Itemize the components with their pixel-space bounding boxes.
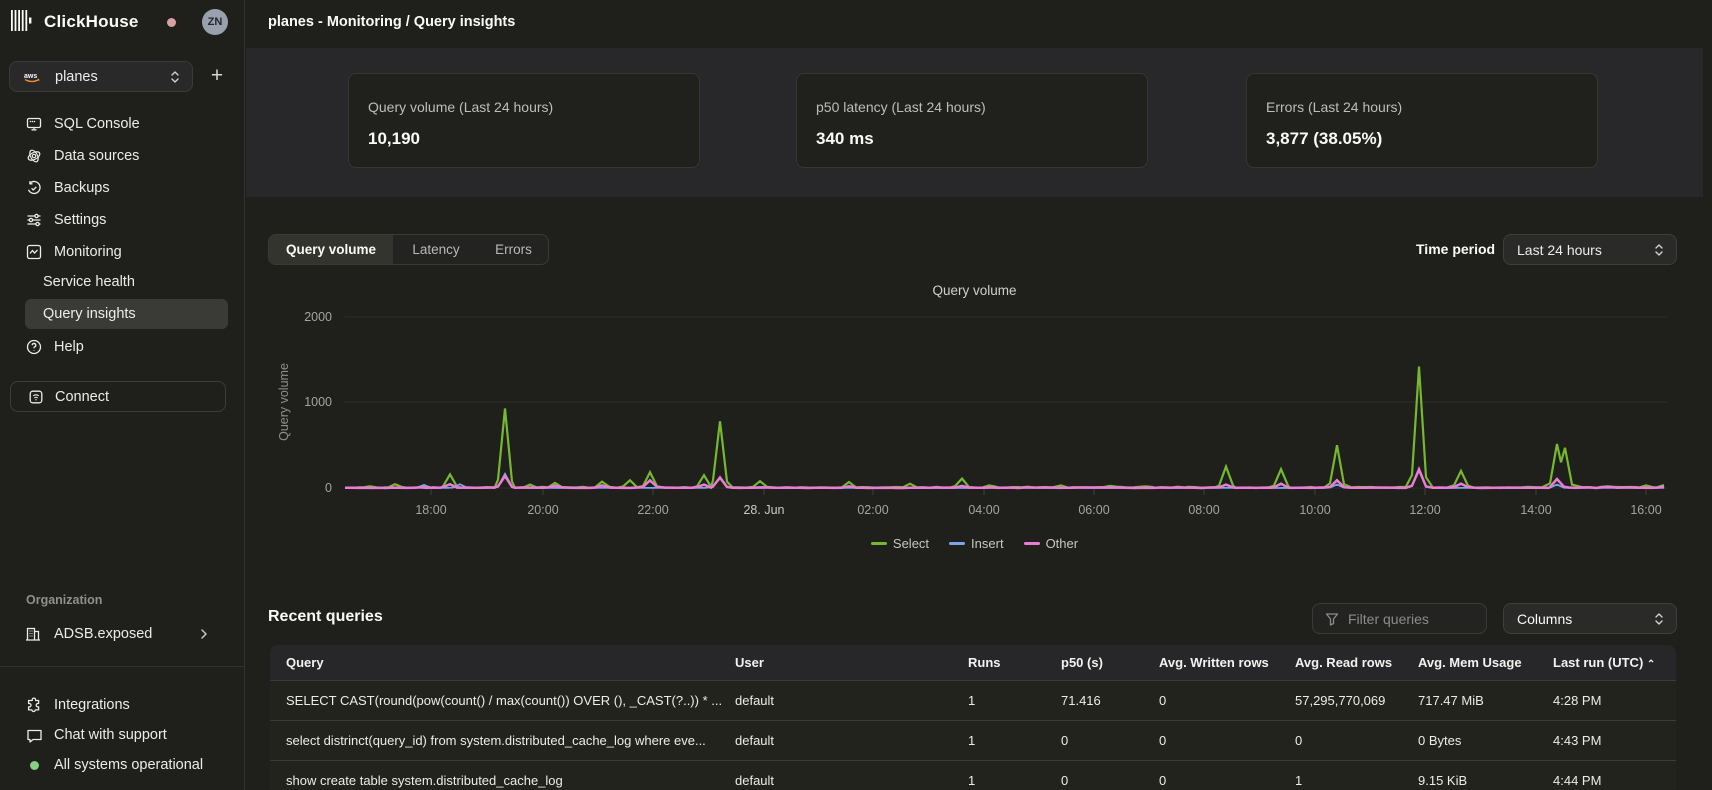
svg-text:2000: 2000 [304,310,332,324]
svg-text:Query volume: Query volume [277,363,291,441]
svg-text:04:00: 04:00 [968,503,999,517]
svg-text:12:00: 12:00 [1409,503,1440,517]
svg-text:14:00: 14:00 [1520,503,1551,517]
svg-text:1000: 1000 [304,395,332,409]
svg-text:aws: aws [24,73,37,80]
svg-text:28. Jun: 28. Jun [743,503,784,517]
svg-text:20:00: 20:00 [527,503,558,517]
svg-text:18:00: 18:00 [415,503,446,517]
svg-text:02:00: 02:00 [857,503,888,517]
svg-text:16:00: 16:00 [1630,503,1661,517]
svg-text:06:00: 06:00 [1078,503,1109,517]
svg-text:08:00: 08:00 [1188,503,1219,517]
svg-text:0: 0 [325,481,332,495]
svg-text:22:00: 22:00 [637,503,668,517]
svg-text:10:00: 10:00 [1299,503,1330,517]
